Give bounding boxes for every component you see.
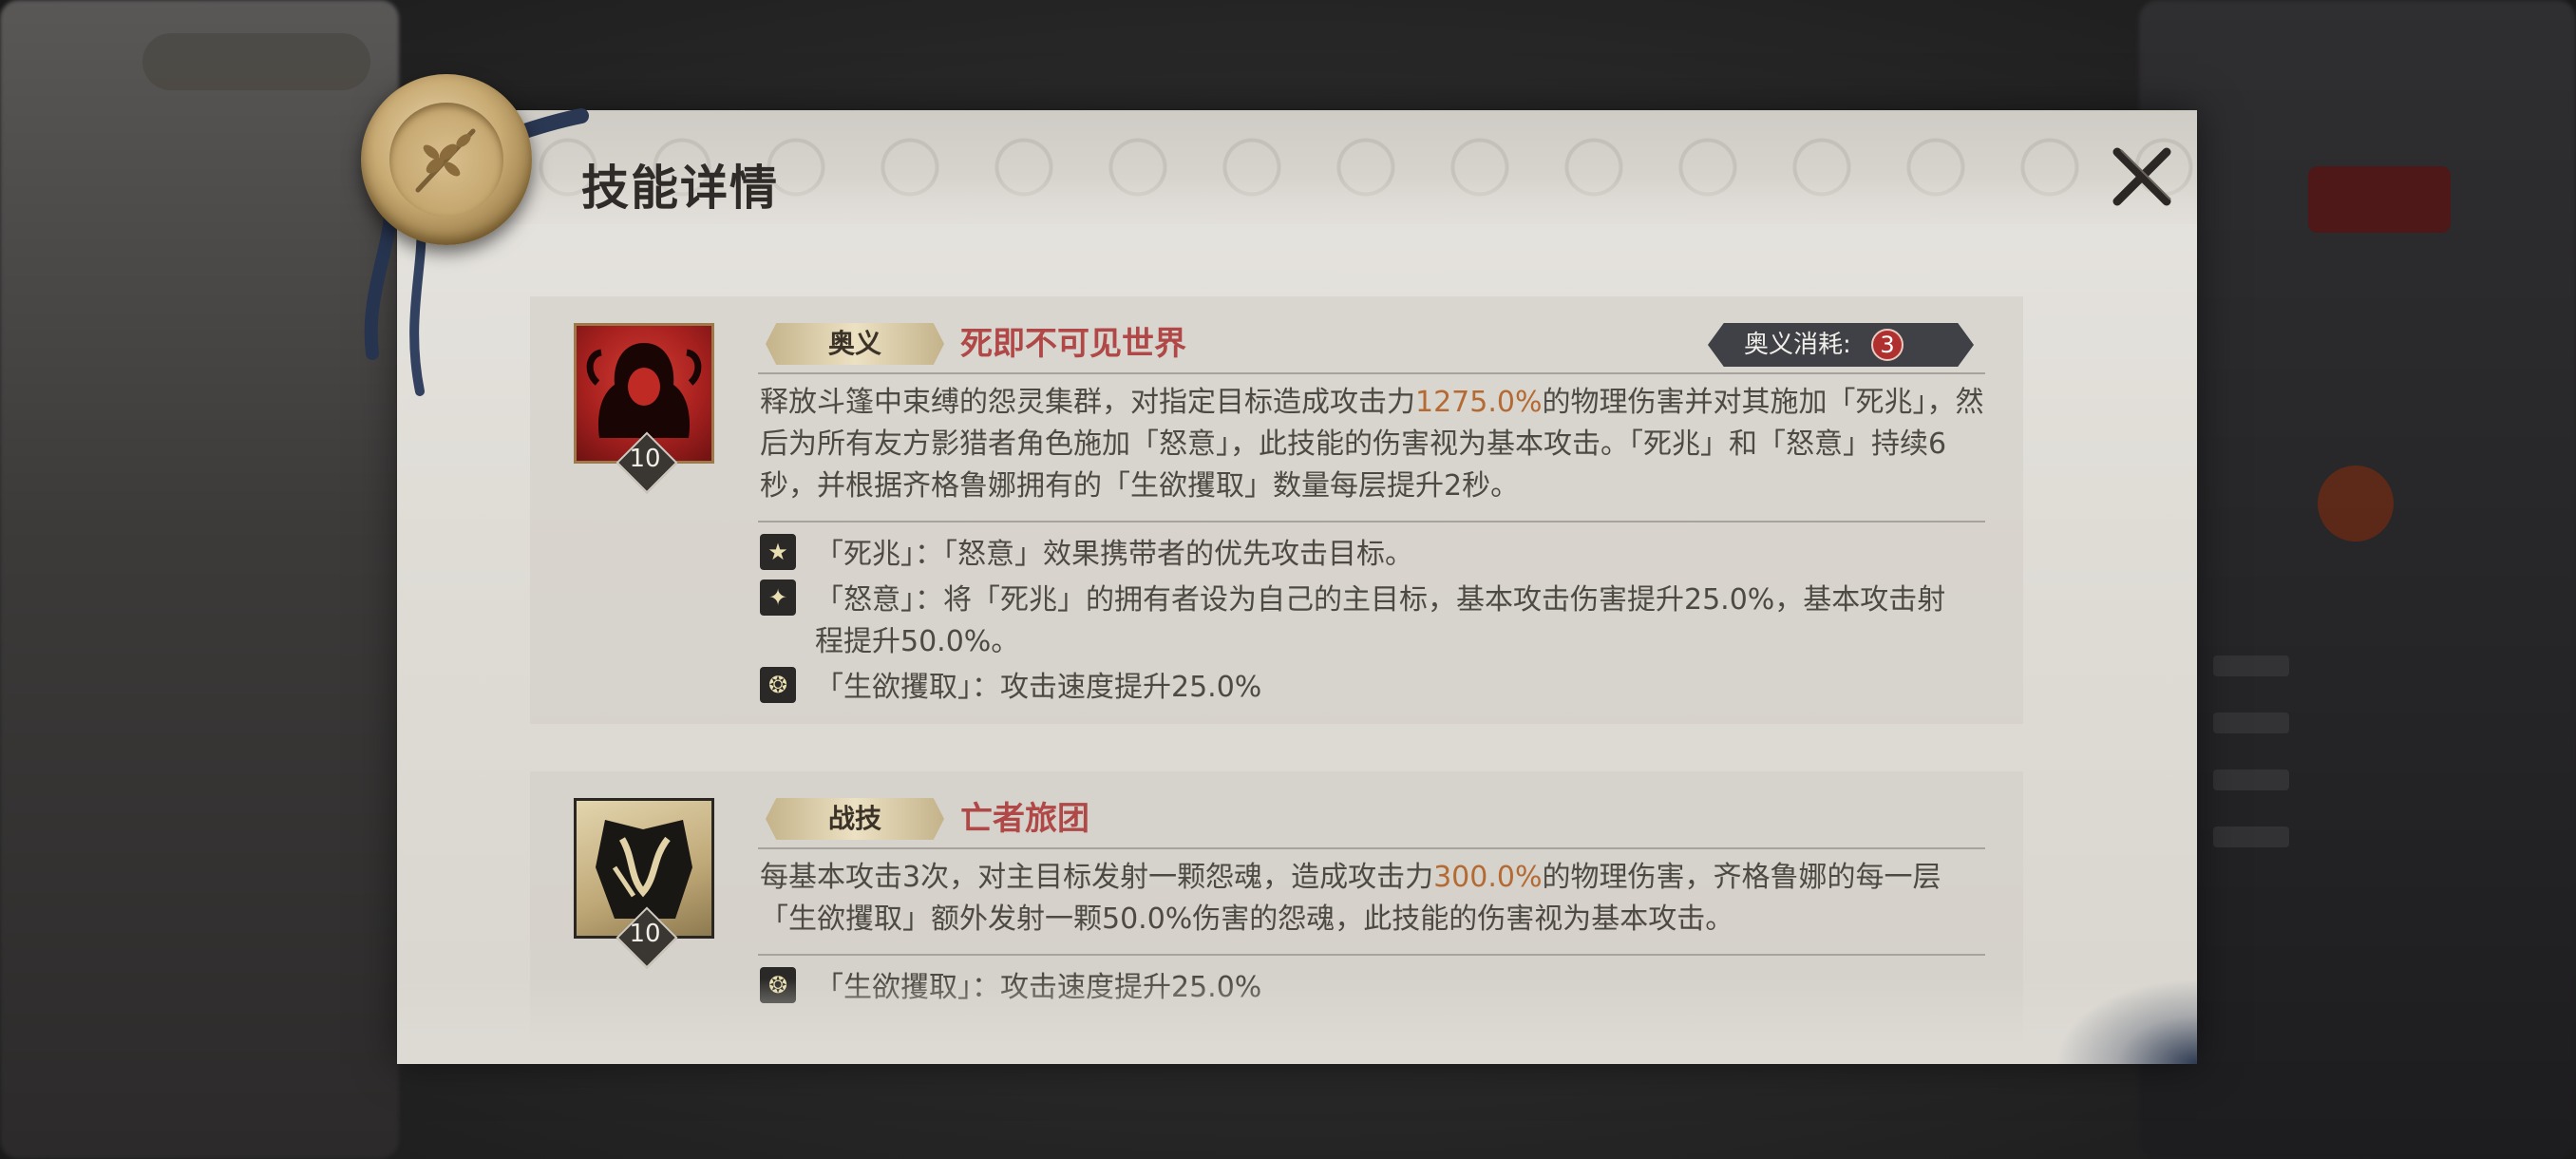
desc-text: 每基本攻击3次，对主目标发射一颗怨魂，造成攻击力 [760, 861, 1434, 894]
cost-value: 3 [1871, 329, 1904, 361]
effect-text: 「生欲攫取」：攻击速度提升25.0% [815, 671, 1262, 704]
background-bar [2213, 770, 2289, 790]
close-button[interactable] [2104, 139, 2180, 215]
divider [758, 521, 1985, 522]
divider [758, 954, 1985, 956]
skill-level: 10 [629, 920, 661, 948]
divider [758, 372, 1985, 374]
effect-text: 「死兆」：「怒意」效果携带者的优先攻击目标。 [815, 538, 1413, 571]
scroll-fade [397, 978, 2197, 1064]
damage-highlight: 300.0% [1433, 861, 1543, 894]
wax-seal-emblem [361, 74, 532, 245]
soul-effect-icon[interactable]: ❂ [760, 667, 796, 703]
background-bar [2213, 712, 2289, 733]
skill-type-tag: 奥义 [766, 323, 944, 365]
skill-card-ultimate[interactable]: 10 奥义 死即不可见世界 奥义消耗: 3 释放斗篷中束缚的怨灵集群，对指定目标… [530, 296, 2023, 724]
background-red-banner [2308, 166, 2451, 233]
skill-name: 亡者旅团 [960, 800, 1089, 838]
skill-type-tag: 战技 [766, 798, 944, 840]
background-orb [2318, 466, 2394, 542]
divider [758, 847, 1985, 849]
background-bar [2213, 656, 2289, 676]
background-badge [142, 33, 370, 90]
panel-title: 技能详情 [581, 160, 779, 216]
seal-inner [389, 103, 503, 217]
damage-highlight: 1275.0% [1415, 386, 1543, 419]
skill-description: 每基本攻击3次，对主目标发射一颗怨魂，造成攻击力300.0%的物理伤害，齐格鲁娜… [760, 857, 1987, 940]
desc-text: 释放斗篷中束缚的怨灵集群，对指定目标造成攻击力 [760, 386, 1415, 419]
skill-name: 死即不可见世界 [960, 325, 1186, 363]
corner-ornament [2055, 978, 2197, 1064]
cost-label: 奥义消耗: [1744, 331, 1851, 359]
skill-level: 10 [629, 445, 661, 473]
skill-description: 释放斗篷中束缚的怨灵集群，对指定目标造成攻击力1275.0%的物理伤害并对其施加… [760, 382, 1987, 507]
background-bar [2213, 826, 2289, 847]
close-icon [2112, 147, 2171, 206]
compass-effect-icon[interactable]: ✦ [760, 580, 796, 616]
skill-detail-panel: 技能详情 10 奥义 死即不可见世界 奥义消耗: 3 释放斗篷中束缚的怨灵集群，… [397, 110, 2197, 1064]
star-effect-icon[interactable]: ★ [760, 534, 796, 570]
effect-text: 「怒意」：将「死兆」的拥有者设为自己的主目标，基本攻击伤害提升25.0%，基本攻… [815, 583, 1946, 658]
branch-emblem-icon [415, 128, 476, 193]
background-left [0, 0, 399, 1159]
